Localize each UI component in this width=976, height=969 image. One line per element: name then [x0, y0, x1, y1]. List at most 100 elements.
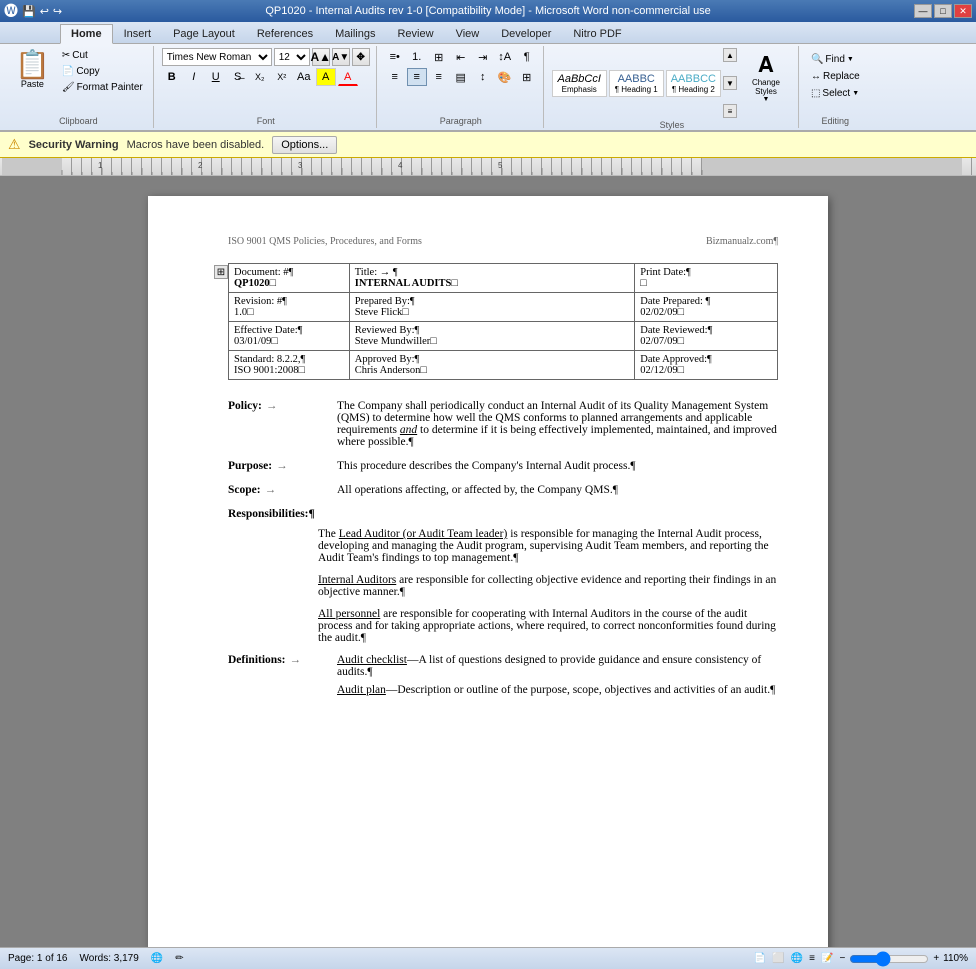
internal-auditors-para: Internal Auditors are responsible for co… [318, 574, 778, 598]
numbering-button[interactable]: 1. [407, 48, 427, 66]
format-painter-button[interactable]: 🖌 Format Painter [58, 80, 147, 95]
minimize-button[interactable]: — [914, 4, 932, 18]
tab-insert[interactable]: Insert [113, 24, 163, 43]
paste-button[interactable]: 📋 Paste [10, 48, 55, 92]
strikethrough-button[interactable]: S̶ [228, 68, 248, 86]
svg-text:1: 1 [98, 161, 103, 170]
align-center-button[interactable]: ≡ [407, 68, 427, 86]
clear-format-button[interactable]: ✥ [352, 48, 370, 66]
increase-indent-button[interactable]: ⇥ [473, 48, 493, 66]
find-button[interactable]: 🔍 Find ▼ [807, 52, 858, 67]
justify-button[interactable]: ▤ [451, 68, 471, 86]
policy-label: Policy: → [228, 400, 333, 452]
zoom-out-icon[interactable]: − [839, 953, 845, 964]
view-draft-icon[interactable]: 📝 [821, 953, 833, 964]
text-case-button[interactable]: Aa [294, 68, 314, 86]
tab-references[interactable]: References [246, 24, 324, 43]
zoom-slider[interactable] [849, 955, 929, 963]
italic-button[interactable]: I [184, 68, 204, 86]
style-emphasis[interactable]: AaBbCcI Emphasis [552, 70, 607, 97]
view-web-icon[interactable]: 🌐 [791, 953, 803, 964]
styles-scroll-up[interactable]: ▲ [723, 48, 737, 62]
find-icon: 🔍 [811, 54, 823, 65]
font-group: Times New Roman 12 A▲ A▼ ✥ B I U S̶ X₂ X… [156, 46, 377, 128]
tab-page-layout[interactable]: Page Layout [162, 24, 246, 43]
internal-auditors-link: Internal Auditors [318, 574, 396, 586]
align-left-button[interactable]: ≡ [385, 68, 405, 86]
paste-label: Paste [21, 79, 44, 89]
replace-label: Replace [823, 71, 860, 82]
styles-expand[interactable]: ≡ [723, 104, 737, 118]
decrease-font-button[interactable]: A▼ [332, 48, 350, 66]
tab-nitro-pdf[interactable]: Nitro PDF [562, 24, 632, 43]
styles-scroll-down[interactable]: ▼ [723, 76, 737, 90]
tab-developer[interactable]: Developer [490, 24, 562, 43]
decrease-indent-button[interactable]: ⇤ [451, 48, 471, 66]
tab-mailings[interactable]: Mailings [324, 24, 386, 43]
borders-button[interactable]: ⊞ [517, 68, 537, 86]
table-add-button[interactable]: ⊞ [214, 265, 228, 279]
select-dropdown-icon: ▼ [852, 90, 859, 97]
undo-icon[interactable]: ↩ [40, 5, 49, 18]
table-cell: Reviewed By:¶ Steve Mundwiller□ [349, 322, 634, 351]
bullets-button[interactable]: ≡• [385, 48, 405, 66]
purpose-section: Purpose: → This procedure describes the … [228, 460, 778, 476]
table-row: Document: #¶ QP1020□ Title: → ¶ INTERNAL… [229, 264, 778, 293]
cut-button[interactable]: ✂ Cut [58, 48, 147, 63]
tab-home[interactable]: Home [60, 24, 113, 44]
paragraph-label: Paragraph [440, 114, 482, 126]
tab-view[interactable]: View [445, 24, 491, 43]
reviewed-by-label: Reviewed By:¶ [355, 325, 629, 336]
policy-text: The Company shall periodically conduct a… [337, 400, 778, 448]
select-button[interactable]: ⬚ Select ▼ [807, 86, 863, 101]
show-hide-button[interactable]: ¶ [517, 48, 537, 66]
sort-button[interactable]: ↕A [495, 48, 515, 66]
window-controls[interactable]: — □ ✕ [914, 4, 972, 18]
increase-font-button[interactable]: A▲ [312, 48, 330, 66]
page-count: Page: 1 of 16 [8, 953, 68, 964]
highlight-button[interactable]: A [316, 68, 336, 86]
table-row: Effective Date:¶ 03/01/09□ Reviewed By:¶… [229, 322, 778, 351]
change-styles-button[interactable]: 𝐀 Change Styles ▼ [742, 50, 790, 105]
zoom-in-icon[interactable]: + [933, 953, 939, 964]
page-header: ISO 9001 QMS Policies, Procedures, and F… [228, 236, 778, 247]
date-reviewed-value: 02/07/09□ [640, 336, 772, 347]
styles-scroll[interactable]: ▲ ▼ ≡ [723, 48, 737, 118]
font-size-select[interactable]: 12 [274, 48, 310, 66]
redo-icon[interactable]: ↪ [53, 5, 62, 18]
font-color-button[interactable]: A [338, 68, 358, 86]
restore-button[interactable]: □ [934, 4, 952, 18]
view-fullscreen-icon[interactable]: ⬜ [772, 953, 784, 964]
style-heading1-sample: AABBC [618, 73, 655, 85]
policy-section: Policy: → The Company shall periodically… [228, 400, 778, 452]
view-outline-icon[interactable]: ≡ [809, 953, 815, 964]
underline-button[interactable]: U [206, 68, 226, 86]
style-heading1[interactable]: AABBC ¶ Heading 1 [609, 70, 664, 97]
language-icon: 🌐 [151, 953, 163, 964]
tab-review[interactable]: Review [386, 24, 444, 43]
policy-body: The Company shall periodically conduct a… [337, 400, 778, 452]
line-spacing-button[interactable]: ↕ [473, 68, 493, 86]
bold-button[interactable]: B [162, 68, 182, 86]
security-options-button[interactable]: Options... [272, 136, 337, 154]
zoom-control: − + 110% [839, 953, 968, 964]
align-right-button[interactable]: ≡ [429, 68, 449, 86]
font-name-select[interactable]: Times New Roman [162, 48, 272, 66]
close-button[interactable]: ✕ [954, 4, 972, 18]
style-heading2[interactable]: AABBCC ¶ Heading 2 [666, 70, 721, 97]
superscript-button[interactable]: X² [272, 68, 292, 86]
status-bar: Page: 1 of 16 Words: 3,179 🌐 ✏ 📄 ⬜ 🌐 ≡ 📝… [0, 947, 976, 969]
table-cell: Print Date:¶ □ [635, 264, 778, 293]
view-print-icon[interactable]: 📄 [754, 953, 766, 964]
shading-button[interactable]: 🎨 [495, 68, 515, 86]
status-right: 📄 ⬜ 🌐 ≡ 📝 − + 110% [754, 953, 968, 964]
scope-body: All operations affecting, or affected by… [337, 484, 778, 500]
save-icon[interactable]: 💾 [22, 5, 36, 18]
multilevel-list-button[interactable]: ⊞ [429, 48, 449, 66]
editing-group: 🔍 Find ▼ ↔ Replace ⬚ Select ▼ Editing [801, 46, 870, 128]
internal-auditors-text: Internal Auditors are responsible for co… [318, 574, 778, 598]
copy-button[interactable]: 📄 Copy [58, 64, 147, 79]
replace-button[interactable]: ↔ Replace [807, 69, 864, 84]
effective-date-value: 03/01/09□ [234, 336, 344, 347]
subscript-button[interactable]: X₂ [250, 68, 270, 86]
